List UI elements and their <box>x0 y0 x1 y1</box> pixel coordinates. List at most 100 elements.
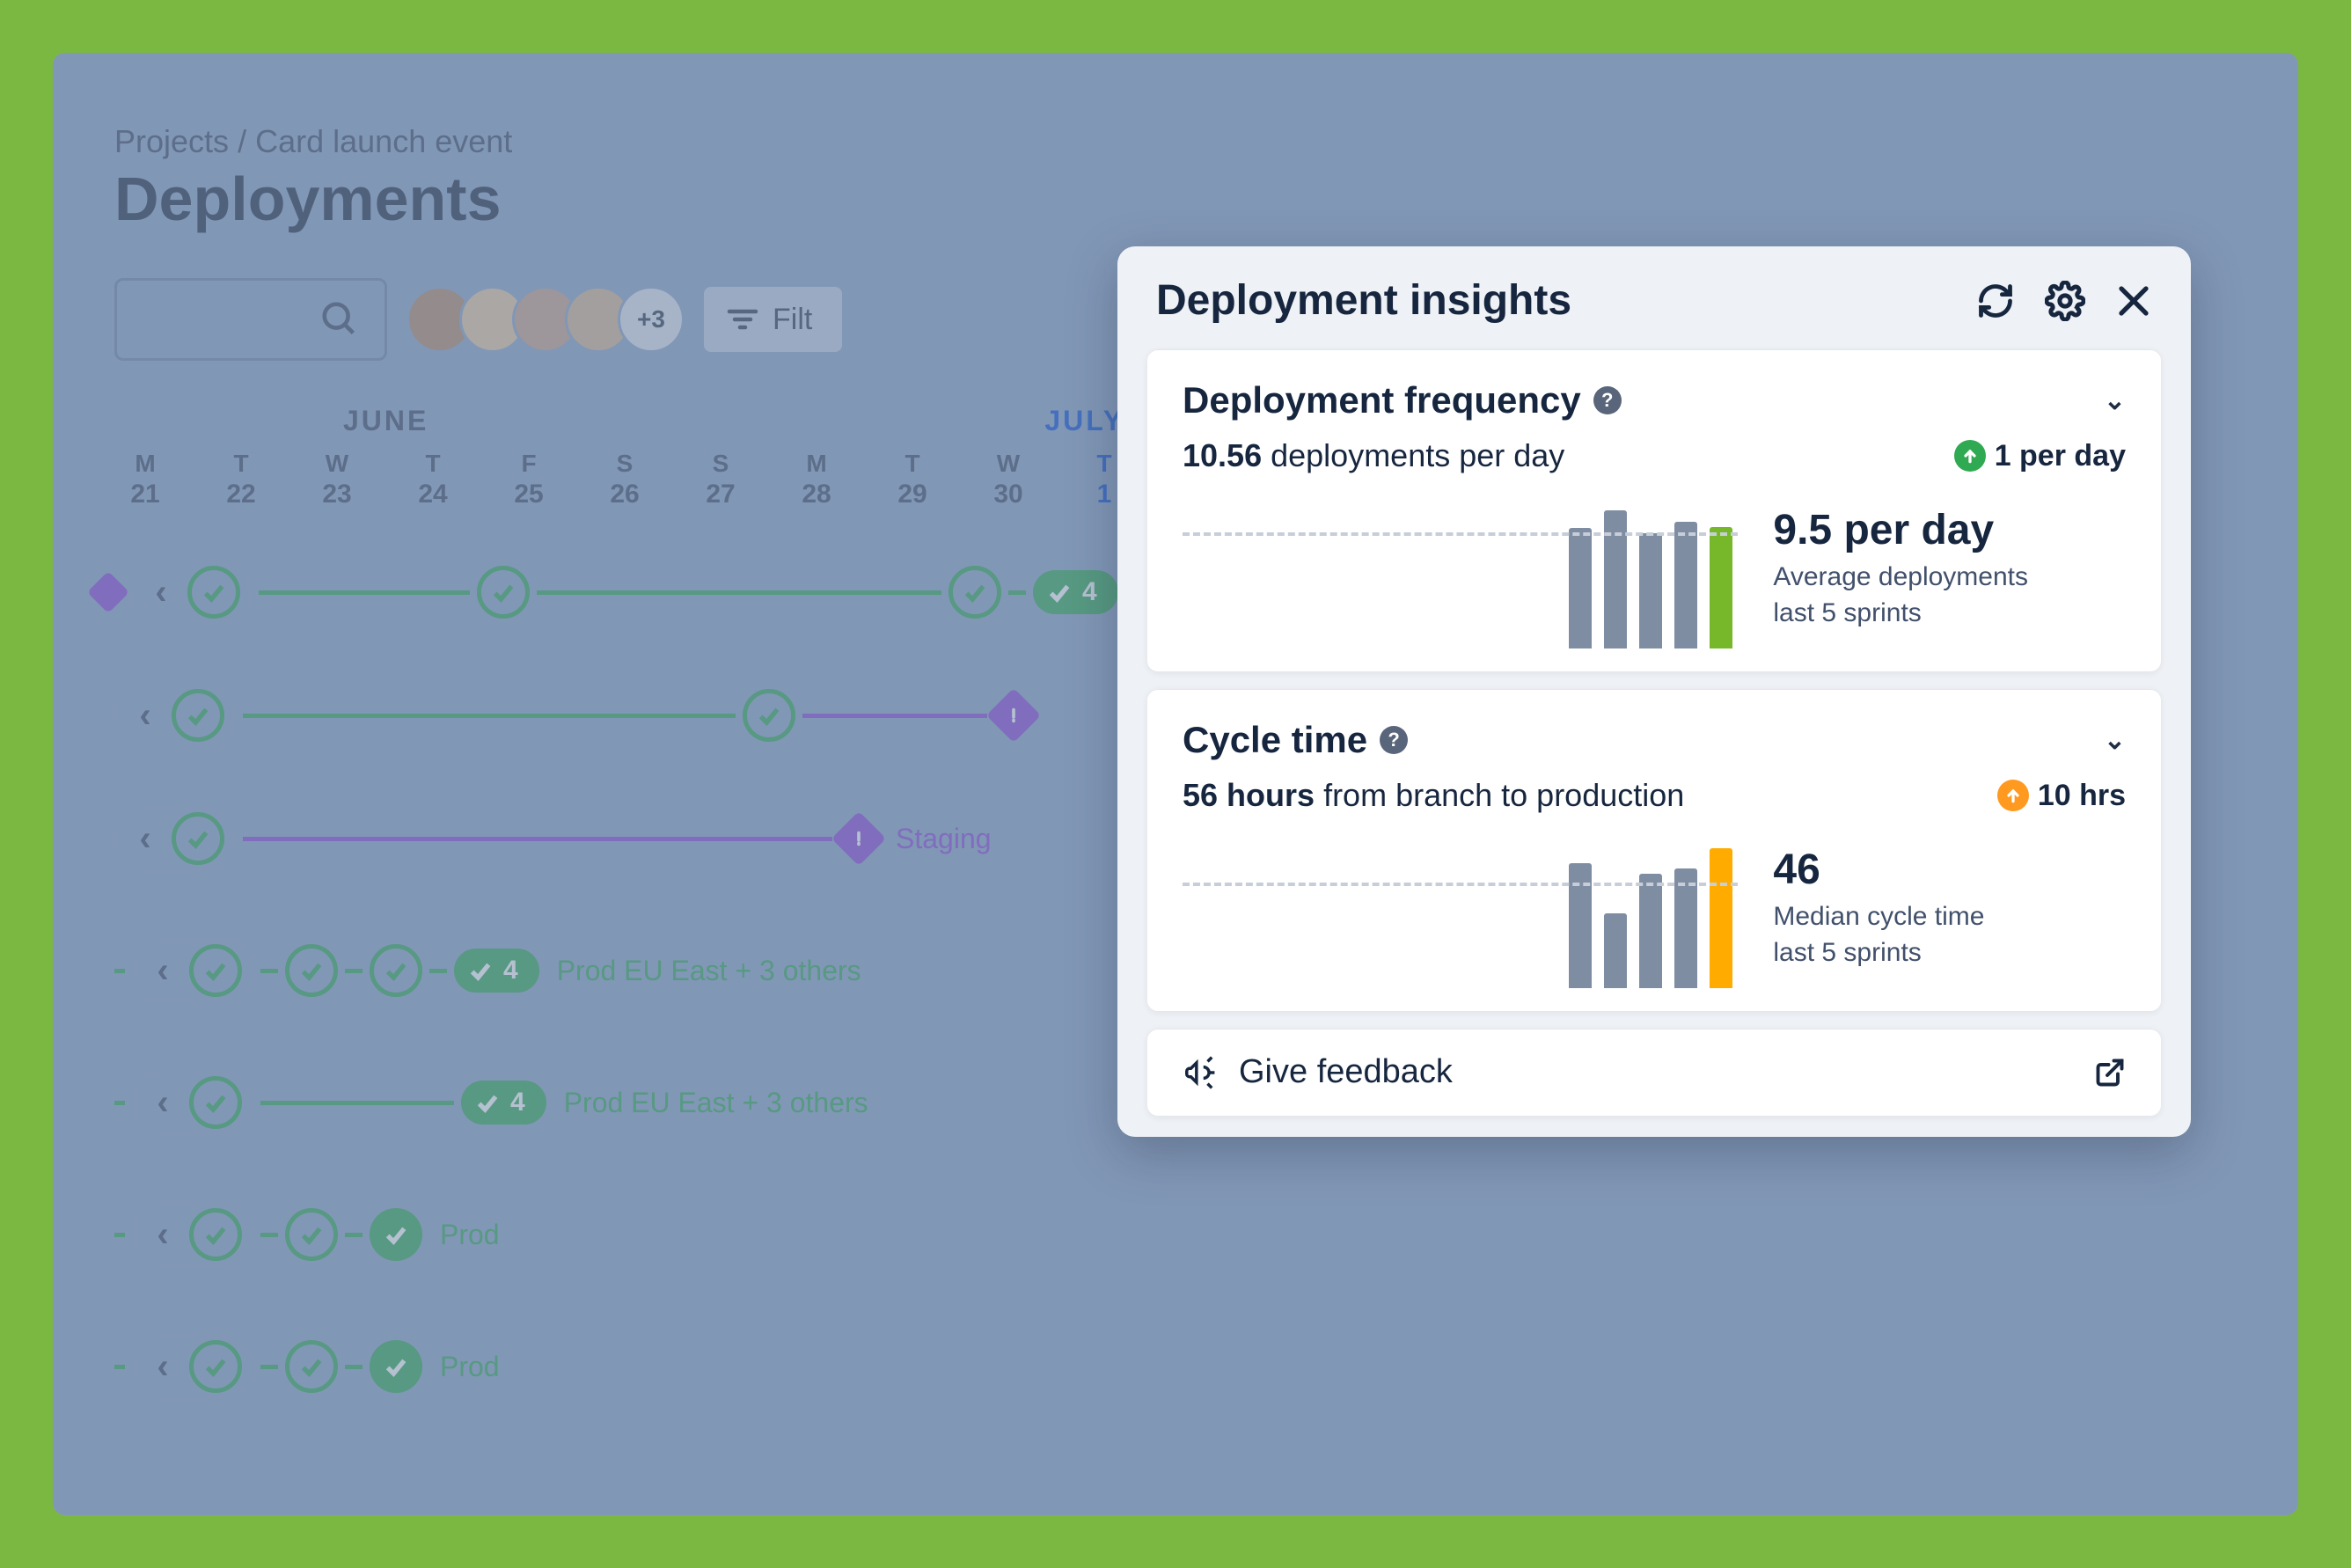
freq-delta: 1 per day <box>1954 439 2126 473</box>
warning-diamond-icon <box>831 811 886 866</box>
chevron-left-icon: ‹ <box>136 944 189 997</box>
success-check-solid-icon <box>370 1340 422 1393</box>
spark-bar <box>1604 913 1627 988</box>
avatar-group[interactable]: +3 <box>406 286 685 353</box>
connector-line <box>243 837 832 841</box>
panel-header: Deployment insights <box>1147 276 2161 325</box>
success-check-icon <box>285 1208 338 1261</box>
deployment-insights-panel: Deployment insights Deployment frequency… <box>1117 246 2191 1137</box>
calendar-day[interactable]: T22 <box>210 450 272 509</box>
calendar-day[interactable]: T24 <box>402 450 464 509</box>
expand-pill[interactable]: ‹ <box>114 806 236 871</box>
expand-pill[interactable]: ‹ <box>132 1334 253 1399</box>
check-icon <box>466 956 494 985</box>
avatar-overflow[interactable]: +3 <box>618 286 685 353</box>
chevron-down-icon[interactable]: ⌄ <box>2104 725 2126 756</box>
expand-pill[interactable]: ‹ <box>114 683 236 748</box>
cycle-delta: 10 hrs <box>1997 779 2126 813</box>
app-frame: Projects / Card launch event Deployments… <box>53 53 2298 1515</box>
timeline-row[interactable]: ‹ Prod <box>114 1191 2237 1279</box>
success-check-icon <box>743 689 795 742</box>
filter-icon <box>727 307 758 332</box>
connector-line <box>260 1101 454 1105</box>
gear-icon[interactable] <box>2045 281 2085 321</box>
help-icon[interactable]: ? <box>1380 726 1408 754</box>
freq-subtitle: 10.56 deployments per day <box>1183 437 1564 474</box>
cycle-sparkline <box>1183 821 1738 988</box>
feedback-label: Give feedback <box>1239 1053 1453 1091</box>
env-label: Prod EU East + 3 others <box>564 1087 868 1119</box>
success-check-solid-icon <box>370 1208 422 1261</box>
calendar-month: JUNE <box>343 405 428 437</box>
calendar-day[interactable]: M21 <box>114 450 176 509</box>
freq-sparkline <box>1183 481 1738 648</box>
search-input[interactable] <box>114 278 387 361</box>
spark-bar <box>1569 528 1592 648</box>
external-link-icon <box>2094 1057 2126 1088</box>
deployment-pill[interactable]: 4 <box>454 949 539 993</box>
freq-delta-value: 1 per day <box>1995 439 2126 473</box>
connector-line <box>260 1365 278 1369</box>
filter-button[interactable]: Filt <box>704 287 842 352</box>
panel-actions <box>1976 281 2152 321</box>
connector-line <box>260 969 278 973</box>
avg-reference-line <box>1183 883 1738 886</box>
chevron-left-icon: ‹ <box>136 1208 189 1261</box>
chevron-left-icon: ‹ <box>119 812 172 865</box>
feedback-button[interactable]: Give feedback <box>1147 1029 2161 1116</box>
env-label: Prod <box>440 1219 500 1251</box>
expand-pill[interactable]: ‹ <box>132 1202 253 1267</box>
connector-line <box>345 1233 363 1237</box>
breadcrumb[interactable]: Projects / Card launch event <box>114 123 2237 160</box>
success-check-icon <box>172 812 224 865</box>
expand-pill[interactable]: ‹ <box>132 938 253 1003</box>
success-check-icon <box>189 1208 242 1261</box>
success-check-icon <box>187 566 240 619</box>
calendar-day[interactable]: T29 <box>882 450 943 509</box>
timeline-row[interactable]: ‹ Prod <box>114 1323 2237 1410</box>
deployment-frequency-card: Deployment frequency ? ⌄ 10.56 deploymen… <box>1147 349 2161 671</box>
connector-line <box>1008 590 1026 595</box>
breadcrumb-leaf[interactable]: Card launch event <box>255 123 512 159</box>
success-check-icon <box>370 944 422 997</box>
avg-reference-line <box>1183 532 1738 536</box>
calendar-day[interactable]: S26 <box>594 450 655 509</box>
cycle-unit: from branch to production <box>1323 777 1684 813</box>
chevron-left-icon: ‹ <box>119 689 172 742</box>
chevron-left-icon: ‹ <box>136 1340 189 1393</box>
check-icon <box>1045 578 1073 606</box>
calendar-day[interactable]: S27 <box>690 450 751 509</box>
cycle-value: 56 hours <box>1183 777 1315 813</box>
success-check-icon <box>172 689 224 742</box>
check-icon <box>473 1088 502 1117</box>
success-check-icon <box>189 944 242 997</box>
breadcrumb-root[interactable]: Projects <box>114 123 229 159</box>
arrow-up-icon <box>1997 780 2029 811</box>
filter-label: Filt <box>773 303 812 337</box>
success-check-icon <box>189 1076 242 1129</box>
chevron-left-icon: ‹ <box>136 1076 189 1129</box>
close-icon[interactable] <box>2115 282 2152 319</box>
spark-bar <box>1710 527 1732 648</box>
freq-avg-value: 9.5 per day <box>1773 506 2126 554</box>
calendar-day[interactable]: W23 <box>306 450 368 509</box>
expand-pill[interactable]: ‹ <box>130 560 252 625</box>
connector-line <box>537 590 941 595</box>
spark-bar <box>1674 868 1697 988</box>
expand-pill[interactable]: ‹ <box>132 1070 253 1135</box>
success-check-icon <box>285 1340 338 1393</box>
freq-unit: deployments per day <box>1271 437 1564 473</box>
cycle-summary: 46 Median cycle time last 5 sprints <box>1773 846 2126 988</box>
chevron-down-icon[interactable]: ⌄ <box>2104 385 2126 416</box>
calendar-day[interactable]: M28 <box>786 450 847 509</box>
refresh-icon[interactable] <box>1976 282 2015 320</box>
deployment-pill[interactable]: 4 <box>1033 570 1118 614</box>
connector-line <box>260 1233 278 1237</box>
calendar-day[interactable]: W30 <box>978 450 1039 509</box>
arrow-up-icon <box>1954 440 1986 472</box>
connector-line <box>429 969 447 973</box>
connector-line <box>259 590 470 595</box>
deployment-pill[interactable]: 4 <box>461 1081 546 1125</box>
help-icon[interactable]: ? <box>1593 386 1622 414</box>
calendar-day[interactable]: F25 <box>498 450 560 509</box>
